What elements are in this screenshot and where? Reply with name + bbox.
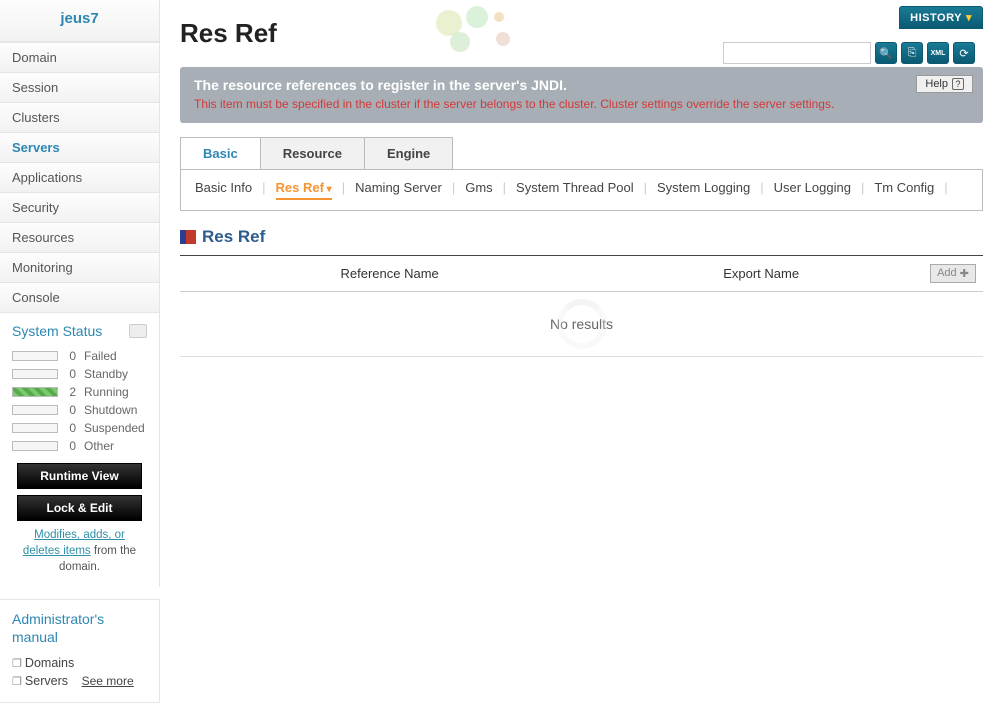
- nav-monitoring[interactable]: Monitoring: [0, 253, 160, 283]
- add-button[interactable]: Add✚: [930, 264, 976, 283]
- manual-domains[interactable]: Domains: [12, 653, 147, 673]
- nav-applications[interactable]: Applications: [0, 163, 160, 193]
- see-more-link[interactable]: See more: [82, 674, 134, 688]
- export-icon[interactable]: ⎘: [901, 42, 923, 64]
- subtab-tm-config[interactable]: Tm Config: [874, 180, 934, 200]
- sidebar: jeus7 Domain Session Clusters Servers Ap…: [0, 0, 160, 703]
- chevron-down-icon: ▾: [966, 11, 972, 24]
- nav-resources[interactable]: Resources: [0, 223, 160, 253]
- nav-servers[interactable]: Servers: [0, 133, 160, 163]
- info-banner: Help? The resource references to registe…: [180, 67, 983, 123]
- tab-engine[interactable]: Engine: [364, 137, 453, 169]
- col-export-name: Export Name: [599, 255, 923, 291]
- banner-title: The resource references to register in t…: [194, 77, 969, 93]
- subtab-system-thread-pool[interactable]: System Thread Pool: [516, 180, 634, 200]
- status-title-text: System Status: [12, 323, 102, 339]
- main-content: HISTORY▾ Res Ref 🔍 ⎘ XML ⟳ Help? The res…: [160, 0, 983, 703]
- spinner-icon: [557, 299, 607, 349]
- search-input[interactable]: [723, 42, 871, 64]
- subtab-res-ref[interactable]: Res Ref: [275, 180, 331, 195]
- subtab-gms[interactable]: Gms: [465, 180, 492, 200]
- nav-domain[interactable]: Domain: [0, 42, 160, 73]
- sidebar-title[interactable]: jeus7: [0, 0, 160, 42]
- section-title: Res Ref: [202, 227, 265, 247]
- toolbar: 🔍 ⎘ XML ⟳: [723, 42, 975, 64]
- subtab-system-logging[interactable]: System Logging: [657, 180, 750, 200]
- status-failed: 0Failed: [12, 347, 147, 365]
- no-results: No results: [180, 292, 983, 357]
- search-icon[interactable]: 🔍: [875, 42, 897, 64]
- flag-icon: [180, 230, 196, 244]
- subtab-bar: Basic Info| Res Ref| Naming Server| Gms|…: [180, 169, 983, 211]
- status-refresh-icon[interactable]: [129, 324, 147, 338]
- resref-table: Reference Name Export Name Add✚: [180, 255, 983, 292]
- lock-edit-button[interactable]: Lock & Edit: [17, 495, 141, 521]
- runtime-view-button[interactable]: Runtime View: [17, 463, 141, 489]
- subtab-user-logging[interactable]: User Logging: [774, 180, 851, 200]
- nav-session[interactable]: Session: [0, 73, 160, 103]
- manual-servers[interactable]: Servers: [12, 671, 68, 691]
- col-reference-name: Reference Name: [180, 255, 599, 291]
- plus-icon: ✚: [960, 267, 969, 280]
- banner-message: This item must be specified in the clust…: [194, 97, 969, 111]
- nav-console[interactable]: Console: [0, 283, 160, 313]
- edit-description: Modifies, adds, or deletes items from th…: [12, 527, 147, 575]
- status-other: 0Other: [12, 437, 147, 455]
- admin-manual: Administrator's manual Domains Servers S…: [0, 599, 160, 702]
- status-running: 2Running: [12, 383, 147, 401]
- reload-icon[interactable]: ⟳: [953, 42, 975, 64]
- help-icon: ?: [952, 78, 964, 90]
- nav-clusters[interactable]: Clusters: [0, 103, 160, 133]
- status-suspended: 0Suspended: [12, 419, 147, 437]
- manual-title: Administrator's manual: [12, 610, 147, 652]
- xml-icon[interactable]: XML: [927, 42, 949, 64]
- tab-resource[interactable]: Resource: [260, 137, 365, 169]
- nav-security[interactable]: Security: [0, 193, 160, 223]
- subtab-basic-info[interactable]: Basic Info: [195, 180, 252, 200]
- system-status: System Status 0Failed 0Standby 2Running …: [0, 313, 160, 587]
- nav-list: Domain Session Clusters Servers Applicat…: [0, 42, 160, 313]
- section-header: Res Ref: [180, 227, 983, 247]
- subtab-naming-server[interactable]: Naming Server: [355, 180, 442, 200]
- tab-basic[interactable]: Basic: [180, 137, 261, 169]
- tab-bar: Basic Resource Engine: [180, 137, 983, 169]
- help-button[interactable]: Help?: [916, 75, 973, 93]
- status-shutdown: 0Shutdown: [12, 401, 147, 419]
- status-standby: 0Standby: [12, 365, 147, 383]
- history-button[interactable]: HISTORY▾: [899, 6, 983, 29]
